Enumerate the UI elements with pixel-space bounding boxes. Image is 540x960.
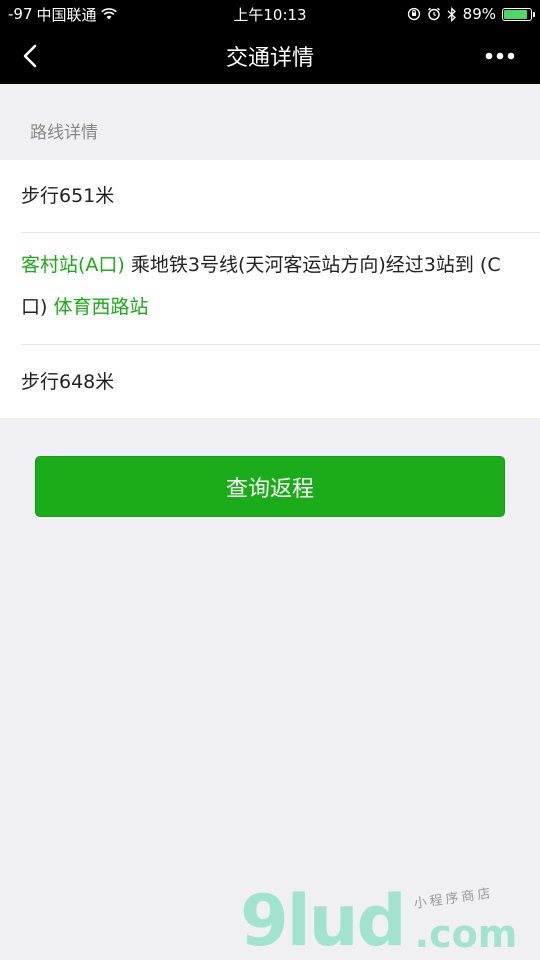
route-step-walk-end: 步行648米 xyxy=(21,345,540,418)
route-list: 步行651米 客村站(A口) 乘地铁3号线(天河客运站方向)经过3站到 (C口)… xyxy=(0,160,540,418)
destination-station: 体育西路站 xyxy=(53,296,149,318)
nav-bar: 交通详情 xyxy=(0,28,540,84)
watermark: 9lud 小程序商店 .com xyxy=(240,886,517,956)
chevron-left-icon xyxy=(23,44,37,68)
watermark-domain: .com xyxy=(414,912,518,956)
walk-end-text: 步行648米 xyxy=(21,370,115,393)
orientation-lock-icon xyxy=(407,7,420,21)
watermark-right: 小程序商店 .com xyxy=(413,886,518,956)
battery-icon xyxy=(502,7,535,21)
signal-strength: -97 xyxy=(8,5,33,23)
more-dots-icon xyxy=(485,52,515,60)
origin-station: 客村站(A口) xyxy=(21,254,125,276)
section-label: 路线详情 xyxy=(30,123,98,143)
page-title: 交通详情 xyxy=(225,46,314,71)
route-step-metro: 客村站(A口) 乘地铁3号线(天河客运站方向)经过3站到 (C口) 体育西路站 xyxy=(21,233,540,345)
watermark-tagline: 小程序商店 xyxy=(412,886,494,912)
battery-fill xyxy=(504,9,528,19)
more-button[interactable] xyxy=(460,28,540,84)
wifi-icon xyxy=(100,8,117,20)
carrier-name: 中国联通 xyxy=(36,5,97,24)
bluetooth-icon xyxy=(447,6,456,22)
back-button[interactable] xyxy=(0,28,60,84)
walk-start-text: 步行651米 xyxy=(21,185,115,207)
status-right: 89% xyxy=(407,5,535,23)
status-left: -97 中国联通 xyxy=(8,4,117,25)
battery-percent: 89% xyxy=(462,5,496,23)
watermark-logo: 9lud xyxy=(240,880,407,960)
alarm-icon xyxy=(427,7,440,21)
query-return-button[interactable]: 查询返程 xyxy=(35,456,505,517)
route-step-walk-start: 步行651米 xyxy=(21,160,540,233)
status-bar: -97 中国联通 上午10:13 89% xyxy=(0,0,540,28)
